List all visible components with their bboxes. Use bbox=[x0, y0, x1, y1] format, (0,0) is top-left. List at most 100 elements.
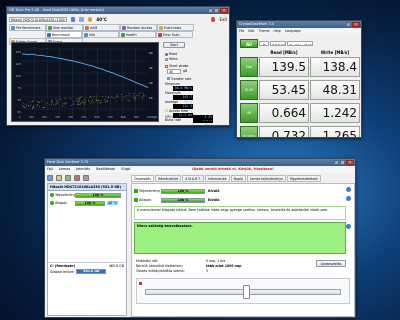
512k-button[interactable]: 512K bbox=[240, 80, 258, 100]
access-time-point bbox=[121, 95, 123, 97]
health-icon bbox=[134, 198, 138, 202]
access-time-point bbox=[144, 95, 146, 96]
disk-entry-title[interactable]: Hitachi HDS721010KLA330 (931.5 GB) bbox=[48, 184, 126, 191]
minimize-icon[interactable]: – bbox=[346, 22, 351, 27]
access-time-point bbox=[88, 99, 89, 101]
access-time-point bbox=[95, 98, 97, 99]
4k-button[interactable]: 4K bbox=[240, 103, 258, 123]
access-time-point bbox=[32, 107, 33, 109]
menu-report[interactable]: Jelentés bbox=[76, 166, 90, 173]
info-icon[interactable] bbox=[70, 16, 76, 22]
help-icon[interactable] bbox=[346, 187, 351, 192]
tab-information[interactable]: Információk bbox=[204, 175, 230, 182]
hdtune-tabs: File Benchmark Disk monitor AAM Random A… bbox=[7, 24, 229, 45]
access-time-point bbox=[112, 97, 113, 98]
settings-icon[interactable] bbox=[83, 174, 89, 181]
size-select[interactable]: 1000MB bbox=[270, 41, 286, 46]
access-time-point bbox=[25, 107, 26, 109]
short-stroke-checkbox[interactable]: Short stroke bbox=[165, 64, 188, 68]
drive-select[interactable]: C: 0% (1/466GB) bbox=[287, 41, 313, 46]
tab-temperature[interactable]: Hőmérséklet bbox=[154, 175, 182, 182]
activity-slider-thumb[interactable] bbox=[243, 285, 250, 299]
menu-theme[interactable]: Theme bbox=[259, 29, 270, 33]
tab-disk-monitor[interactable]: Disk monitor bbox=[46, 24, 83, 31]
alert-icon[interactable] bbox=[74, 174, 80, 181]
menu-file[interactable]: File bbox=[239, 29, 244, 33]
tab-aam[interactable]: AAM bbox=[83, 24, 120, 31]
maximize-icon[interactable]: □ bbox=[214, 8, 219, 13]
close-icon[interactable]: ✕ bbox=[346, 160, 354, 165]
tab-alerts[interactable]: Figyelmeztetések bbox=[286, 175, 321, 182]
passes-select[interactable]: 5 bbox=[259, 41, 269, 46]
activity-indicator bbox=[139, 282, 142, 285]
health-row: Állapot: 100 % Kiváló bbox=[134, 196, 219, 204]
ms-axis-labels: 60 45 30 15 bbox=[149, 51, 153, 100]
4k-qd32-button[interactable]: 4K QD32 bbox=[240, 126, 258, 137]
help-icon-3[interactable] bbox=[346, 224, 351, 229]
help-icon-2[interactable] bbox=[346, 196, 351, 201]
access-time-point bbox=[61, 105, 63, 107]
minimize-icon[interactable]: – bbox=[208, 8, 213, 13]
refresh-icon[interactable] bbox=[47, 174, 53, 181]
minimize-icon[interactable]: – bbox=[334, 160, 339, 165]
all-button[interactable]: All bbox=[240, 39, 258, 48]
exit-label[interactable]: Exit bbox=[219, 17, 227, 22]
access-time-point bbox=[93, 101, 95, 103]
summary-pane: Teljesítmény: 100 % Kiváló Állapot: 100 … bbox=[131, 183, 355, 317]
report-icon[interactable] bbox=[56, 174, 62, 181]
access-time-point bbox=[56, 103, 58, 105]
access-time-point bbox=[24, 106, 25, 107]
cdm-titlebar[interactable]: CrystalDiskMark 3.0 – ✕ bbox=[237, 21, 361, 28]
performance-meter: 100 % bbox=[161, 188, 205, 194]
volume-name[interactable]: C: (Rendszer) bbox=[50, 264, 75, 268]
access-time-point bbox=[59, 98, 61, 100]
tab-smart[interactable]: S.M.A.R.T. bbox=[182, 175, 204, 182]
access-time-point bbox=[136, 95, 137, 96]
start-button[interactable]: Start bbox=[163, 42, 185, 48]
access-time-point bbox=[83, 99, 85, 101]
tab-disk-performance[interactable]: Lemez teljesítménye bbox=[246, 175, 286, 182]
tab-extra-tests[interactable]: Extra tests bbox=[157, 24, 194, 31]
maximize-icon[interactable]: □ bbox=[340, 160, 345, 165]
tab-health[interactable]: Health bbox=[119, 31, 156, 38]
hds-titlebar[interactable]: Hard Disk Sentinel 3.70 – □ ✕ bbox=[45, 159, 355, 166]
4k-qd32-write-value: 1.265 bbox=[310, 126, 360, 137]
menu-settings[interactable]: Beállítások bbox=[96, 166, 115, 173]
hdtune-titlebar[interactable]: HD Tune Pro 5.00 - Hard Disk/SSD Utility… bbox=[7, 7, 229, 14]
access-time-point bbox=[78, 97, 80, 99]
access-time-point bbox=[55, 103, 57, 105]
tab-benchmark[interactable]: Benchmark bbox=[45, 31, 82, 38]
close-icon[interactable]: ✕ bbox=[220, 8, 228, 13]
access-time-point bbox=[133, 97, 135, 99]
close-icon[interactable]: ✕ bbox=[352, 22, 360, 27]
seq-button[interactable]: Seq bbox=[240, 57, 258, 77]
new-version-link[interactable]: Újabb verzió érhető el. Kérjük, frissíts… bbox=[192, 166, 274, 173]
drive-select[interactable]: Hitachi HDS721010KLA330 (1000 gB) bbox=[9, 16, 67, 22]
access-time-point bbox=[142, 97, 143, 98]
tab-log[interactable]: Napló bbox=[230, 175, 246, 182]
menu-language[interactable]: Language bbox=[285, 29, 301, 33]
tab-summary[interactable]: Összesítés bbox=[131, 175, 154, 182]
tab-file-benchmark[interactable]: File Benchmark bbox=[9, 24, 46, 31]
tab-error-scan[interactable]: Error Scan bbox=[156, 31, 193, 38]
remaining-value: több mint 1000 nap bbox=[206, 264, 242, 268]
menu-disk[interactable]: Lemez bbox=[59, 166, 70, 173]
tab-random-access[interactable]: Random Access bbox=[120, 24, 157, 31]
test-icon[interactable] bbox=[65, 174, 71, 181]
copy-icon[interactable] bbox=[79, 16, 84, 22]
menu-help[interactable]: Súgó bbox=[121, 166, 130, 173]
access-time-point bbox=[92, 99, 93, 100]
write-option[interactable]: Write bbox=[165, 57, 177, 61]
menu-help[interactable]: Help bbox=[274, 29, 281, 33]
access-time-point bbox=[115, 100, 117, 102]
access-time-point bbox=[79, 97, 81, 99]
menu-file[interactable]: Fájl bbox=[47, 166, 53, 173]
hdtune-title: HD Tune Pro 5.00 - Hard Disk/SSD Utility… bbox=[9, 8, 105, 12]
short-stroke-input[interactable]: 40 bbox=[167, 69, 181, 74]
menu-edit[interactable]: Edit bbox=[248, 29, 254, 33]
read-option[interactable]: Read bbox=[165, 52, 177, 56]
access-time-point bbox=[33, 105, 34, 107]
retest-button[interactable]: Újratesztelés bbox=[316, 260, 346, 267]
exit-icon[interactable] bbox=[210, 16, 216, 22]
tab-info[interactable]: Info bbox=[82, 31, 119, 38]
